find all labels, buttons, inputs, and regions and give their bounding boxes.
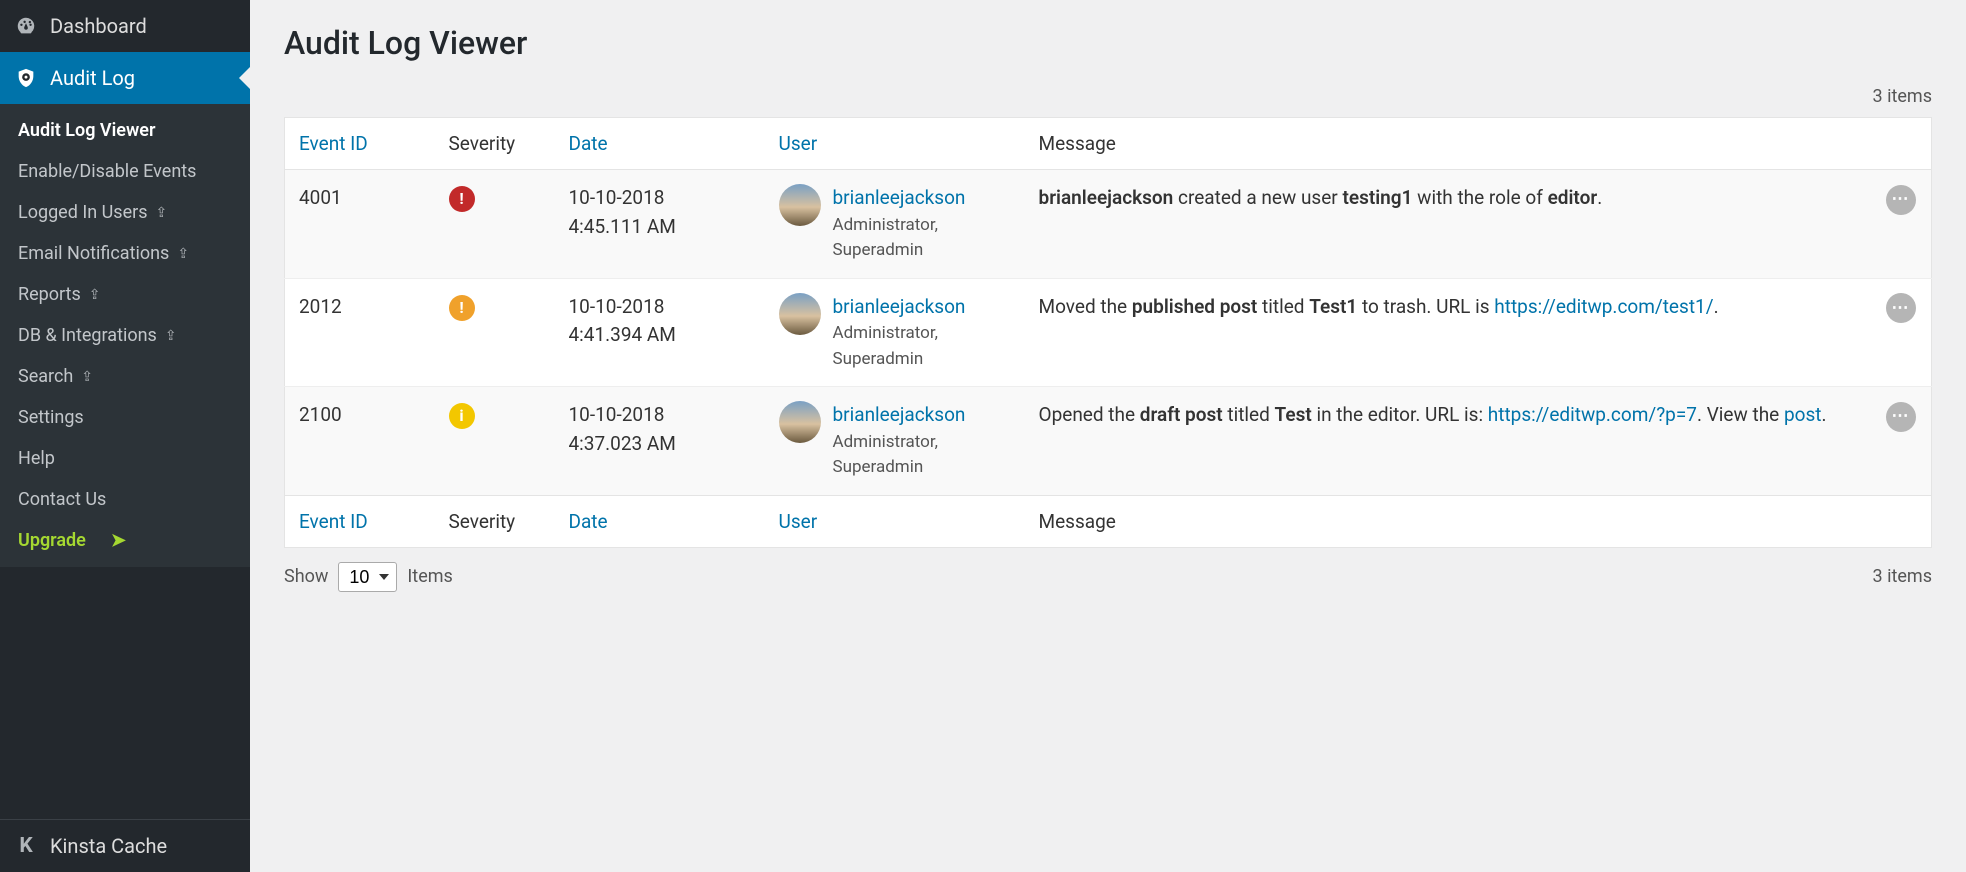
sidebar-item-label: Dashboard [50,14,147,38]
arrow-right-icon: ➤ [111,530,126,551]
sidebar-sub-audit-log-viewer[interactable]: Audit Log Viewer [0,110,250,151]
items-count-bottom: 3 items [1873,566,1932,587]
sidebar-sub-contact-us[interactable]: Contact Us [0,479,250,520]
col-date-footer[interactable]: Date [555,495,765,547]
sidebar-sub-help[interactable]: Help [0,438,250,479]
cell-severity: ! [435,170,555,279]
avatar [779,184,821,226]
sidebar-item-label: Kinsta Cache [50,834,167,858]
cell-event-id: 4001 [285,170,435,279]
addon-icon: ⇪ [81,369,93,385]
sidebar-sub-settings[interactable]: Settings [0,397,250,438]
items-label: Items [407,566,452,587]
cell-user: brianleejackson Administrator, Superadmi… [765,387,1025,496]
cell-user: brianleejackson Administrator, Superadmi… [765,170,1025,279]
col-event-id[interactable]: Event ID [285,118,435,170]
cell-message: Opened the draft post titled Test in the… [1025,387,1872,496]
cell-actions: ⋯ [1872,170,1932,279]
sidebar-sub-enable-disable-events[interactable]: Enable/Disable Events [0,151,250,192]
sidebar-sub-search[interactable]: Search ⇪ [0,356,250,397]
gauge-icon [14,14,38,38]
sidebar-item-audit-log[interactable]: Audit Log [0,52,250,104]
main-content: Audit Log Viewer 3 items Event ID Severi… [250,0,1966,872]
cell-date: 10-10-20184:37.023 AM [555,387,765,496]
user-roles: Administrator, Superadmin [833,430,1011,481]
avatar [779,401,821,443]
user-roles: Administrator, Superadmin [833,213,1011,264]
sidebar-item-kinsta-cache[interactable]: K Kinsta Cache [0,819,250,872]
severity-warning-icon: ! [449,295,475,321]
row-actions-button[interactable]: ⋯ [1886,293,1916,323]
col-severity: Severity [435,118,555,170]
avatar [779,293,821,335]
severity-info-icon: i [449,403,475,429]
shield-eye-icon [14,66,38,90]
user-link[interactable]: brianleejackson [833,401,1011,430]
audit-log-table: Event ID Severity Date User Message 4001… [284,117,1932,548]
col-event-id-footer[interactable]: Event ID [285,495,435,547]
col-user[interactable]: User [765,118,1025,170]
cell-date: 10-10-20184:45.111 AM [555,170,765,279]
addon-icon: ⇪ [89,287,101,303]
cell-event-id: 2100 [285,387,435,496]
col-date[interactable]: Date [555,118,765,170]
cell-message: Moved the published post titled Test1 to… [1025,278,1872,387]
user-link[interactable]: brianleejackson [833,293,1011,322]
col-user-footer[interactable]: User [765,495,1025,547]
cell-actions: ⋯ [1872,387,1932,496]
sidebar-submenu: Audit Log Viewer Enable/Disable Events L… [0,104,250,567]
user-link[interactable]: brianleejackson [833,184,1011,213]
cell-message: brianleejackson created a new user testi… [1025,170,1872,279]
sidebar-sub-logged-in-users[interactable]: Logged In Users ⇪ [0,192,250,233]
addon-icon: ⇪ [156,205,168,221]
admin-sidebar: Dashboard Audit Log Audit Log Viewer Ena… [0,0,250,872]
row-actions-button[interactable]: ⋯ [1886,402,1916,432]
row-actions-button[interactable]: ⋯ [1886,185,1916,215]
cell-user: brianleejackson Administrator, Superadmi… [765,278,1025,387]
col-message-footer: Message [1025,495,1872,547]
sidebar-sub-email-notifications[interactable]: Email Notifications ⇪ [0,233,250,274]
col-severity-footer: Severity [435,495,555,547]
table-row: 4001 ! 10-10-20184:45.111 AM brianleejac… [285,170,1932,279]
kinsta-logo-icon: K [14,834,38,858]
sidebar-sub-upgrade[interactable]: Upgrade ➤ [0,520,250,561]
table-row: 2012 ! 10-10-20184:41.394 AM brianleejac… [285,278,1932,387]
col-message: Message [1025,118,1872,170]
severity-critical-icon: ! [449,186,475,212]
table-row: 2100 i 10-10-20184:37.023 AM brianleejac… [285,387,1932,496]
page-title: Audit Log Viewer [284,24,1932,62]
footer-controls: Show 10 Items 3 items [284,562,1932,592]
sidebar-item-label: Audit Log [50,66,135,90]
sidebar-sub-db-integrations[interactable]: DB & Integrations ⇪ [0,315,250,356]
sidebar-item-dashboard[interactable]: Dashboard [0,0,250,52]
items-count-top: 3 items [284,86,1932,107]
addon-icon: ⇪ [165,328,177,344]
per-page-select[interactable]: 10 [338,562,397,592]
cell-severity: ! [435,278,555,387]
sidebar-sub-reports[interactable]: Reports ⇪ [0,274,250,315]
cell-event-id: 2012 [285,278,435,387]
addon-icon: ⇪ [177,246,189,262]
cell-severity: i [435,387,555,496]
cell-actions: ⋯ [1872,278,1932,387]
cell-date: 10-10-20184:41.394 AM [555,278,765,387]
user-roles: Administrator, Superadmin [833,321,1011,372]
show-label: Show [284,566,328,587]
